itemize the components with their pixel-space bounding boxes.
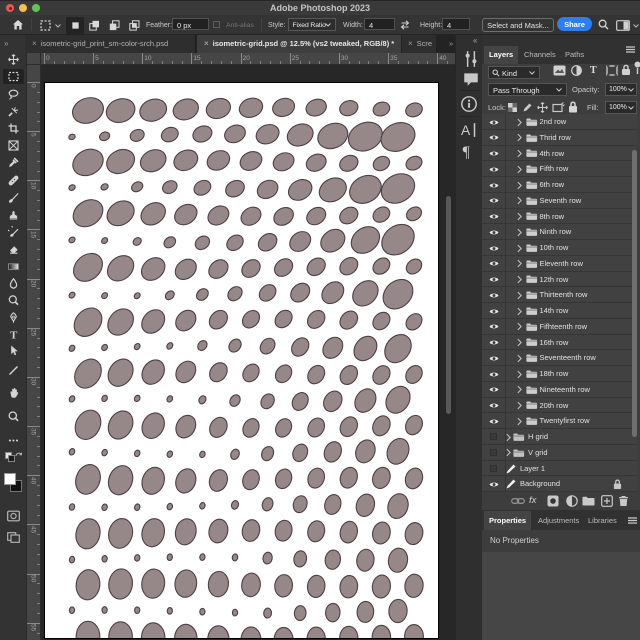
svg-text:¶: ¶ (463, 144, 471, 160)
svg-text:A: A (461, 123, 471, 138)
svg-text:T: T (10, 330, 18, 341)
